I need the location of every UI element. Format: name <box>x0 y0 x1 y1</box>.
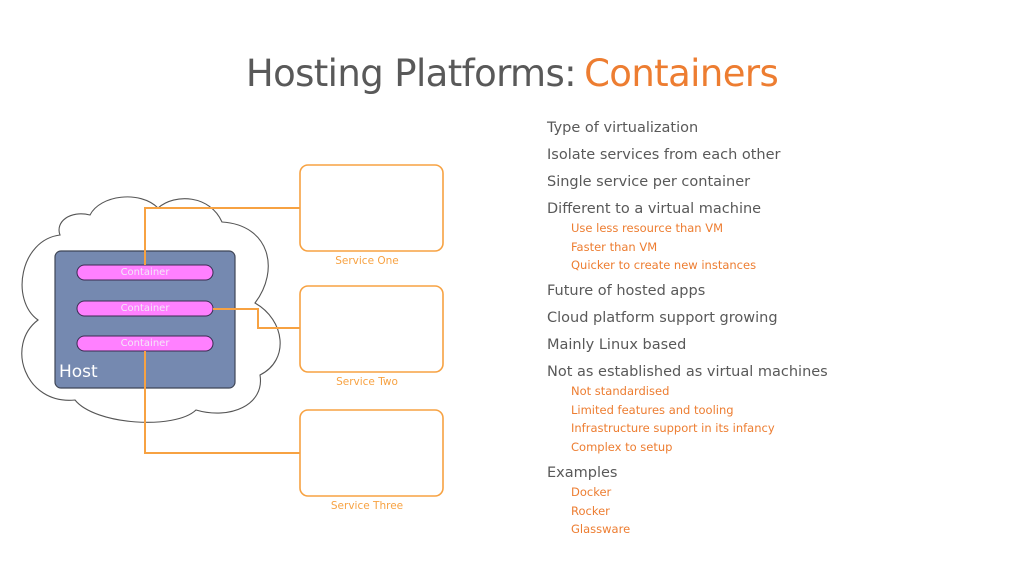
sub-bullet-item: Complex to setup <box>571 440 673 455</box>
container-1: Container <box>76 264 214 281</box>
sub-bullet-item: Not standardised <box>571 384 670 399</box>
service-label: Service Three <box>331 500 403 512</box>
sub-bullet-item: Quicker to create new instances <box>571 258 757 273</box>
bullet-item: Examples <box>547 464 618 481</box>
bullet-list: Type of virtualization Isolate services … <box>547 117 1007 539</box>
service-three: Service Three <box>299 409 444 512</box>
bullet-item: Different to a virtual machine <box>547 201 762 217</box>
container-3: Container <box>76 335 214 352</box>
bullet-item: Mainly Linux based <box>547 337 687 354</box>
container-label: Container <box>121 303 171 314</box>
container-2: Container <box>76 300 214 317</box>
container-label: Container <box>121 267 171 278</box>
service-label: Service One <box>335 255 399 267</box>
bullet-item: Single service per container <box>547 174 751 190</box>
sub-bullet-item: Faster than VM <box>571 239 658 254</box>
service-one: Service One <box>299 164 444 267</box>
bullet-item: Not as established as virtual machines <box>547 364 828 381</box>
sub-bullet-item: Glassware <box>571 522 631 537</box>
service-two: Service Two <box>299 285 444 388</box>
sub-bullet-item: Use less resource than VM <box>571 221 724 235</box>
bullet-item: Isolate services from each other <box>547 147 781 163</box>
service-label: Service Two <box>336 376 398 388</box>
bullet-item: Future of hosted apps <box>547 283 706 300</box>
bullet-item: Cloud platform support growing <box>547 310 778 327</box>
sub-bullet-item: Infrastructure support in its infancy <box>571 421 775 436</box>
sub-bullet-item: Docker <box>571 484 612 499</box>
host-label: Host <box>59 362 98 382</box>
container-label: Container <box>121 338 171 349</box>
sub-bullet-item: Rocker <box>571 503 610 518</box>
sub-bullet-item: Limited features and tooling <box>571 402 734 417</box>
bullet-item: Type of virtualization <box>547 120 699 136</box>
